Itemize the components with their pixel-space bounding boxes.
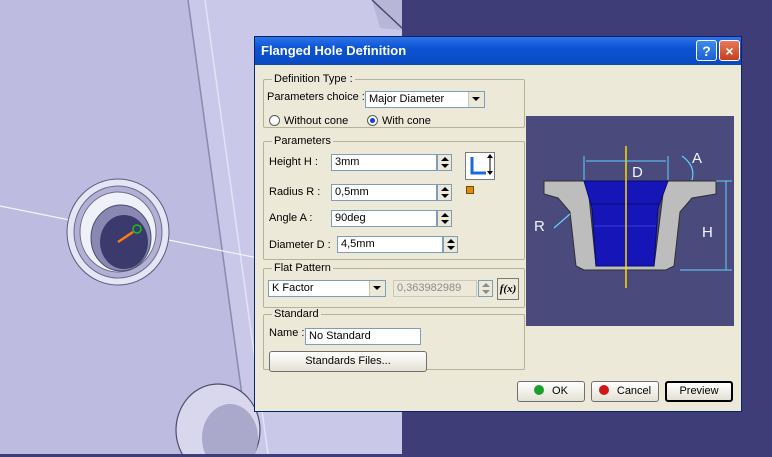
dialog-title: Flanged Hole Definition <box>261 43 407 58</box>
standard-name-input[interactable]: No Standard <box>305 328 421 345</box>
height-stepper[interactable] <box>437 154 452 171</box>
parameters-label: Parameters <box>272 135 333 147</box>
cancel-button[interactable]: Cancel <box>591 381 659 402</box>
flanged-hole-model <box>66 178 170 286</box>
radius-stepper[interactable] <box>437 184 452 201</box>
params-choice-label: Parameters choice : <box>267 91 365 103</box>
flange-side-marker <box>466 186 474 194</box>
formula-icon-label: f(x) <box>499 283 517 295</box>
height-input[interactable]: 3mm <box>331 154 437 171</box>
with-cone-radio[interactable] <box>367 115 378 126</box>
chevron-down-icon[interactable] <box>369 281 385 296</box>
preview-button[interactable]: Preview <box>665 381 733 402</box>
kfactor-stepper <box>478 280 493 297</box>
with-cone-label: With cone <box>382 115 431 127</box>
name-label: Name : <box>269 327 305 339</box>
params-choice-value: Major Diameter <box>369 93 445 105</box>
ok-label: OK <box>552 385 568 397</box>
standards-files-button[interactable]: Standards Files... <box>269 351 427 372</box>
diameter-input[interactable]: 4,5mm <box>337 236 443 253</box>
definition-type-label: Definition Type : <box>272 73 355 85</box>
flat-pattern-select[interactable]: K Factor <box>268 280 386 297</box>
cancel-icon <box>598 385 609 395</box>
kfactor-input: 0,363982989 <box>393 280 477 297</box>
diagram-label-r: R <box>534 218 545 235</box>
diagram-label-d: D <box>632 164 643 181</box>
angle-label: Angle A : <box>269 212 313 224</box>
standard-label: Standard <box>272 308 321 320</box>
radius-input[interactable]: 0,5mm <box>331 184 437 201</box>
ok-button[interactable]: OK <box>517 381 585 402</box>
flat-pattern-value: K Factor <box>272 282 314 294</box>
cancel-label: Cancel <box>616 385 652 397</box>
height-label: Height H : <box>269 156 318 168</box>
angle-input[interactable]: 90deg <box>331 210 437 227</box>
formula-icon[interactable]: f(x) <box>497 278 519 300</box>
without-cone-radio[interactable] <box>269 115 280 126</box>
angle-stepper[interactable] <box>437 210 452 227</box>
chevron-down-icon[interactable] <box>468 92 484 107</box>
ok-icon <box>534 385 545 395</box>
diagram-label-h: H <box>702 224 713 241</box>
diameter-stepper[interactable] <box>443 236 458 253</box>
radius-label: Radius R : <box>269 186 321 198</box>
params-choice-select[interactable]: Major Diameter <box>365 91 485 108</box>
diameter-label: Diameter D : <box>269 239 331 251</box>
help-icon[interactable]: ? <box>696 40 717 61</box>
diagram-label-a: A <box>692 150 703 167</box>
flanged-hole-diagram: D A R H <box>526 116 734 326</box>
flat-pattern-label: Flat Pattern <box>272 262 333 274</box>
close-icon[interactable]: × <box>719 40 740 61</box>
flanged-hole-dialog: Flanged Hole Definition ? × Definition T… <box>254 36 742 412</box>
without-cone-label: Without cone <box>284 115 349 127</box>
flange-direction-icon[interactable] <box>465 152 495 180</box>
dialog-title-bar[interactable]: Flanged Hole Definition ? × <box>255 37 741 65</box>
